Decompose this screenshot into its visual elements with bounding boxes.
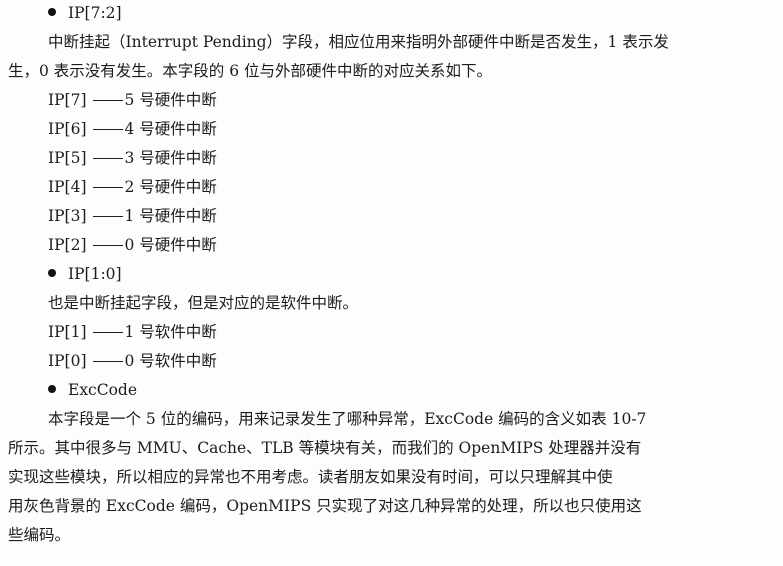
mapping-bit: IP[5] [48,149,87,167]
mapping-text: 3 号硬件中断 [124,149,217,167]
mapping-text: 0 号软件中断 [124,352,217,370]
mapping-bit: IP[3] [48,207,87,225]
dash-rule [92,360,123,362]
dash-rule [92,128,123,130]
mapping-bit: IP[1] [48,323,87,341]
dash-rule [92,244,123,246]
section-heading: ExcCode [68,381,138,399]
mapping-text: 5 号硬件中断 [124,91,217,109]
dash-rule [92,99,123,101]
document-page: IP[7:2] 中断挂起（Interrupt Pending）字段，相应位用来指… [0,0,783,566]
mapping-row: IP[6] 4 号硬件中断 [48,118,217,140]
section-heading: IP[1:0] [68,265,122,283]
paragraph-line: 些编码。 [8,526,71,544]
paragraph-line: 生，0 表示没有发生。本字段的 6 位与外部硬件中断的对应关系如下。 [8,62,493,80]
mapping-bit: IP[0] [48,352,87,370]
mapping-row: IP[0] 0 号软件中断 [48,350,217,372]
mapping-bit: IP[4] [48,178,87,196]
bullet-icon [48,385,56,393]
bullet-item-ip10: IP[1:0] [48,263,122,285]
mapping-row: IP[3] 1 号硬件中断 [48,205,217,227]
mapping-row: IP[1] 1 号软件中断 [48,321,217,343]
bullet-icon [48,269,56,277]
paragraph-line: 所示。其中很多与 MMU、Cache、TLB 等模块有关，而我们的 OpenMI… [8,439,642,457]
paragraph-line: 中断挂起（Interrupt Pending）字段，相应位用来指明外部硬件中断是… [48,33,669,51]
dash-rule [92,215,123,217]
bullet-icon [48,8,56,16]
mapping-bit: IP[6] [48,120,87,138]
paragraph-line: 用灰色背景的 ExcCode 编码，OpenMIPS 只实现了对这几种异常的处理… [8,497,642,515]
mapping-text: 2 号硬件中断 [124,178,217,196]
mapping-row: IP[2] 0 号硬件中断 [48,234,217,256]
mapping-row: IP[7] 5 号硬件中断 [48,89,217,111]
mapping-row: IP[4] 2 号硬件中断 [48,176,217,198]
bullet-item-ip72: IP[7:2] [48,2,122,24]
dash-rule [92,186,123,188]
mapping-text: 1 号软件中断 [124,323,217,341]
dash-rule [92,331,123,333]
paragraph-line: 实现这些模块，所以相应的异常也不用考虑。读者朋友如果没有时间，可以只理解其中使 [8,468,613,486]
section-heading: IP[7:2] [68,4,122,22]
bullet-item-exccode: ExcCode [48,379,137,401]
mapping-text: 1 号硬件中断 [124,207,217,225]
mapping-bit: IP[7] [48,91,87,109]
paragraph-line: 本字段是一个 5 位的编码，用来记录发生了哪种异常，ExcCode 编码的含义如… [48,410,647,428]
mapping-text: 4 号硬件中断 [124,120,217,138]
dash-rule [92,157,123,159]
mapping-row: IP[5] 3 号硬件中断 [48,147,217,169]
paragraph-line: 也是中断挂起字段，但是对应的是软件中断。 [48,294,359,312]
mapping-text: 0 号硬件中断 [124,236,217,254]
mapping-bit: IP[2] [48,236,87,254]
